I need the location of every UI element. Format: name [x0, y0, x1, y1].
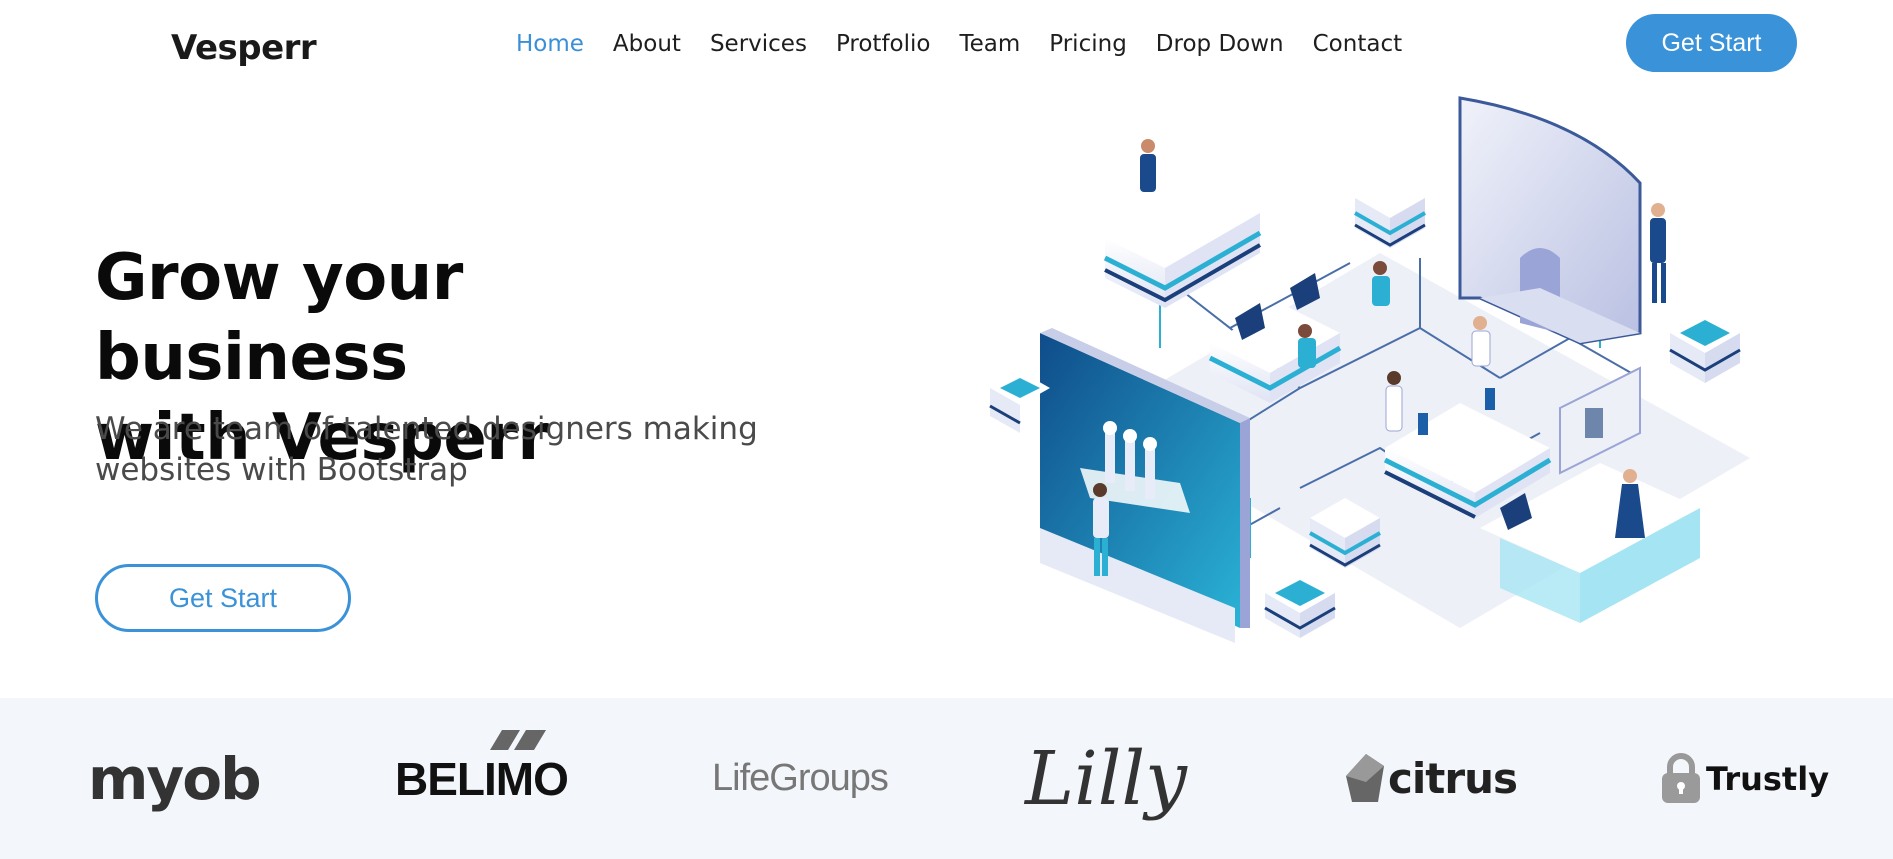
logo-lilly-text: Lilly	[1025, 735, 1187, 822]
get-start-header-button[interactable]: Get Start	[1626, 14, 1797, 72]
logo-trustly-text: Trustly	[1706, 759, 1830, 798]
clients-section: myob BELIMO LifeGroups Lilly citrus Trus…	[0, 698, 1893, 859]
nav-services[interactable]: Services	[710, 28, 807, 60]
navbar: Vesperr Home About Services Protfolio Te…	[0, 0, 1893, 90]
hero-illustration	[989, 96, 1750, 643]
lock-icon	[1662, 752, 1700, 803]
nav-pricing[interactable]: Pricing	[1049, 28, 1127, 60]
nav-portfolio[interactable]: Protfolio	[836, 28, 931, 60]
citrus-mark-icon	[1346, 753, 1384, 802]
client-logo-citrus: citrus	[1346, 698, 1518, 859]
client-logo-trustly: Trustly	[1660, 698, 1829, 859]
hero-title-line1: Grow your business	[95, 241, 463, 395]
hero-subtitle: We are team of talented designers making…	[95, 411, 758, 488]
client-logo-belimo: BELIMO	[395, 698, 569, 859]
nav-about[interactable]: About	[613, 28, 681, 60]
client-logo-lilly: Lilly	[1025, 698, 1187, 859]
client-logo-myob: myob	[88, 698, 262, 859]
main-nav: Home About Services Protfolio Team Prici…	[516, 28, 1431, 60]
nav-dropdown[interactable]: Drop Down	[1156, 28, 1284, 60]
get-start-hero-button[interactable]: Get Start	[95, 564, 351, 632]
brand-logo[interactable]: Vesperr	[171, 28, 317, 68]
logo-belimo-text: BELIMO	[395, 752, 569, 805]
logo-myob-text: myob	[88, 744, 262, 813]
nav-team[interactable]: Team	[959, 28, 1020, 60]
nav-contact[interactable]: Contact	[1313, 28, 1402, 60]
logo-lifegroups-text: LifeGroups	[712, 757, 889, 799]
client-logo-lifegroups: LifeGroups	[712, 698, 889, 859]
nav-home[interactable]: Home	[516, 28, 584, 60]
belimo-mark-icon	[490, 729, 546, 750]
logo-citrus-text: citrus	[1388, 754, 1518, 803]
